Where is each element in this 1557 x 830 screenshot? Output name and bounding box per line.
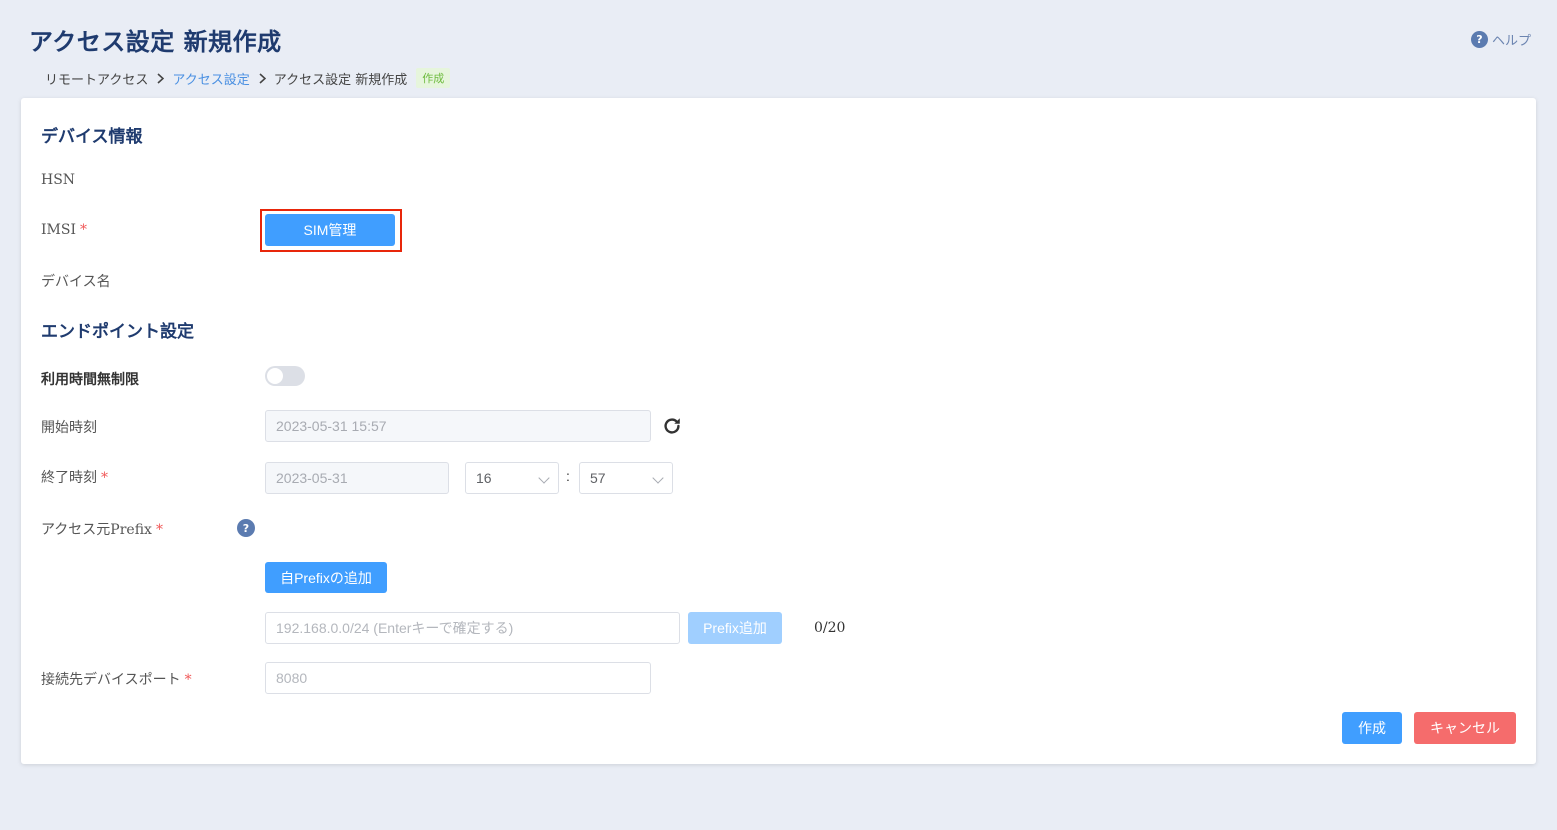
imsi-label-text: IMSI: [41, 222, 76, 238]
chevron-down-icon: [538, 472, 550, 484]
device-port-input[interactable]: 8080: [265, 662, 651, 694]
required-mark: *: [101, 470, 108, 486]
prefix-input[interactable]: 192.168.0.0/24 (Enterキーで確定する): [265, 612, 680, 644]
start-time-input: 2023-05-31 15:57: [265, 410, 651, 442]
add-own-prefix-button[interactable]: 自Prefixの追加: [265, 562, 387, 593]
prefix-input-placeholder: 192.168.0.0/24 (Enterキーで確定する): [276, 620, 514, 636]
end-hour-select[interactable]: 16: [465, 462, 559, 494]
sim-management-button[interactable]: SIM管理: [265, 214, 395, 246]
end-time-label-text: 終了時刻: [41, 470, 97, 486]
chevron-right-icon: [259, 72, 266, 84]
device-name-label: デバイス名: [41, 274, 111, 290]
time-separator: :: [566, 468, 570, 484]
end-minute-value: 57: [590, 470, 606, 486]
device-section-title: デバイス情報: [41, 127, 143, 147]
access-prefix-label: アクセス元Prefix *: [41, 519, 163, 539]
end-time-label: 終了時刻 *: [41, 467, 108, 487]
required-mark: *: [80, 222, 87, 238]
hsn-label: HSN: [41, 172, 76, 188]
device-port-label-text: 接続先デバイスポート: [41, 672, 181, 688]
endpoint-section-title: エンドポイント設定: [41, 322, 194, 342]
required-mark: *: [155, 522, 163, 538]
toggle-knob: [267, 368, 283, 384]
breadcrumb-current: アクセス設定 新規作成: [273, 72, 408, 88]
unlimited-time-toggle[interactable]: [265, 366, 305, 386]
help-label: ヘルプ: [1491, 34, 1531, 49]
help-icon[interactable]: ?: [237, 519, 255, 537]
help-link[interactable]: ? ヘルプ: [1470, 30, 1531, 49]
end-date-input: 2023-05-31: [265, 462, 449, 494]
device-port-placeholder: 8080: [276, 670, 308, 686]
unlimited-time-label: 利用時間無制限: [41, 371, 139, 387]
breadcrumb-remote-access[interactable]: リモートアクセス: [45, 69, 148, 88]
breadcrumb: リモートアクセス アクセス設定 アクセス設定 新規作成 作成: [45, 68, 451, 88]
cancel-button[interactable]: キャンセル: [1414, 712, 1516, 744]
prefix-counter: 0/20: [814, 620, 846, 636]
required-mark: *: [184, 672, 192, 688]
page-title: アクセス設定 新規作成: [29, 27, 282, 56]
device-port-label: 接続先デバイスポート *: [41, 669, 192, 689]
prefix-add-button[interactable]: Prefix追加: [688, 612, 782, 644]
help-icon: ?: [1470, 31, 1488, 48]
start-time-label: 開始時刻: [41, 420, 97, 436]
refresh-icon[interactable]: [661, 415, 683, 437]
chevron-right-icon: [157, 72, 165, 84]
mode-tag: 作成: [416, 68, 451, 88]
form-card: デバイス情報 HSN IMSI * SIM管理 デバイス名 エンドポイント設定 利…: [21, 98, 1536, 764]
chevron-down-icon: [652, 472, 664, 484]
end-hour-value: 16: [476, 470, 492, 486]
breadcrumb-access-settings[interactable]: アクセス設定: [172, 69, 249, 88]
access-prefix-label-text: アクセス元Prefix: [41, 522, 152, 538]
end-minute-select[interactable]: 57: [579, 462, 673, 494]
imsi-label: IMSI *: [41, 222, 87, 238]
create-button[interactable]: 作成: [1342, 712, 1402, 744]
